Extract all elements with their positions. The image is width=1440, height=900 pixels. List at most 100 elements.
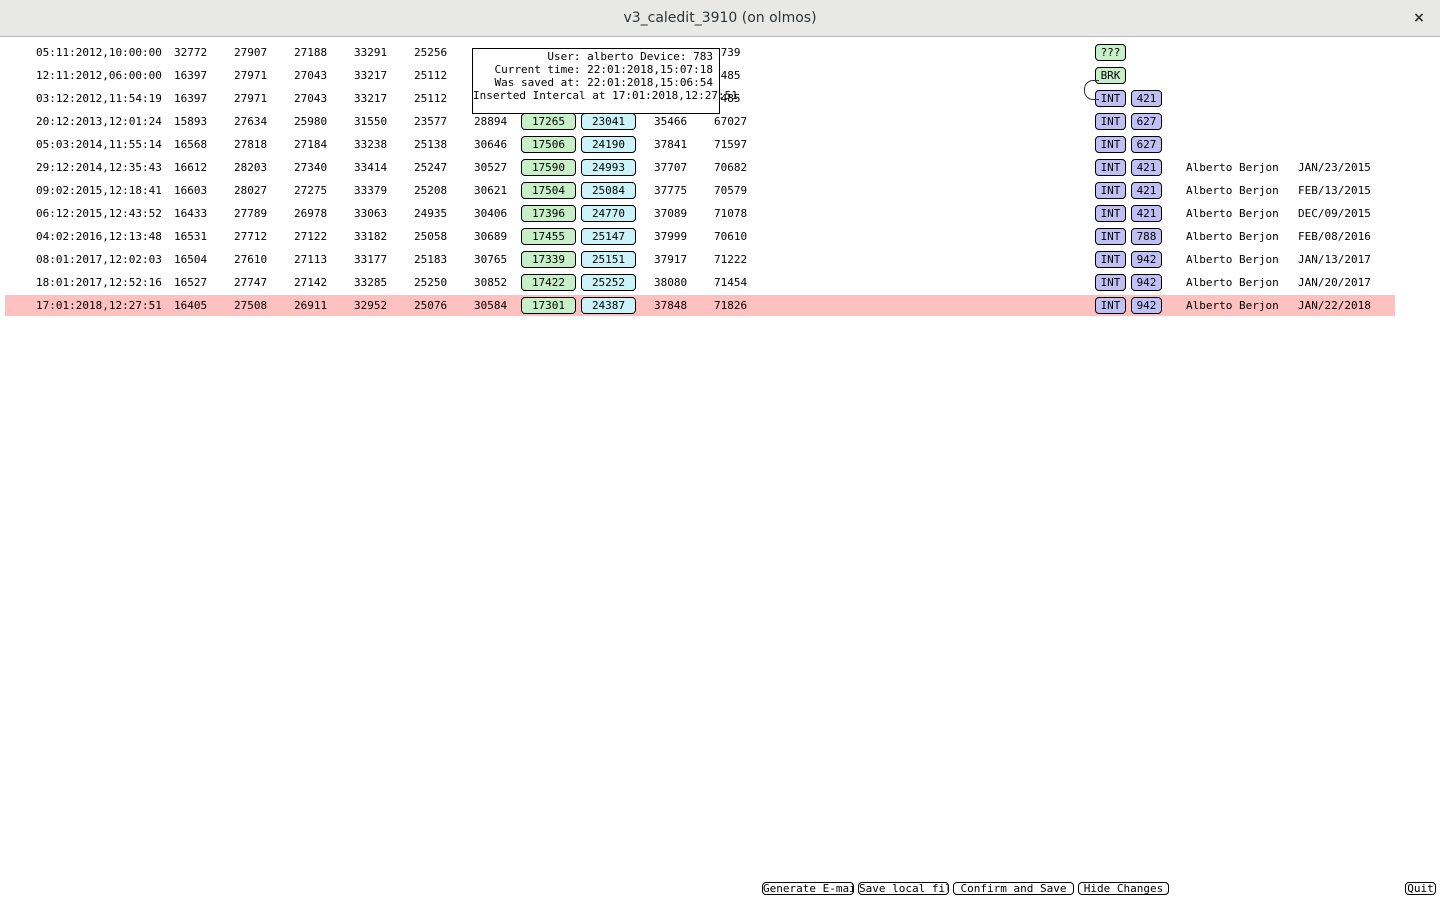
value-cell: 30852 (474, 276, 508, 289)
value-cell: 35466 (654, 115, 688, 128)
tag-badge[interactable]: INT (1095, 205, 1126, 222)
save-local-file-button[interactable]: Save local file (858, 882, 949, 895)
number-badge[interactable]: 421 (1131, 182, 1162, 199)
date-cell: DEC/09/2015 (1298, 207, 1371, 220)
number-badge[interactable]: 421 (1131, 90, 1162, 107)
green-value-box[interactable]: 17455 (521, 228, 576, 245)
value-cell: 27712 (234, 230, 268, 243)
value-cell: 26911 (294, 299, 328, 312)
value-cell: 25112 (414, 69, 448, 82)
value-cell: 33182 (354, 230, 388, 243)
tag-badge[interactable]: INT (1095, 228, 1126, 245)
timestamp-cell: 29:12:2014,12:35:43 (36, 161, 162, 174)
value-cell: 27508 (234, 299, 268, 312)
value-cell: 30527 (474, 161, 508, 174)
value-cell: 70682 (714, 161, 748, 174)
value-cell: 30646 (474, 138, 508, 151)
date-cell: FEB/13/2015 (1298, 184, 1371, 197)
hide-changes-button[interactable]: Hide Changes (1078, 882, 1169, 895)
value-cell: 67027 (714, 115, 748, 128)
cyan-value-box[interactable]: 25252 (581, 274, 636, 291)
value-cell: 28894 (474, 115, 508, 128)
green-value-box[interactable]: 17301 (521, 297, 576, 314)
cyan-value-box[interactable]: 24190 (581, 136, 636, 153)
value-cell: 71454 (714, 276, 748, 289)
window-title: v3_caledit_3910 (on olmos) (623, 10, 817, 26)
cyan-value-box[interactable]: 24387 (581, 297, 636, 314)
value-cell: 16397 (174, 69, 208, 82)
value-cell: 27747 (234, 276, 268, 289)
number-badge[interactable]: 942 (1131, 274, 1162, 291)
value-cell: 32772 (174, 46, 208, 59)
number-badge[interactable]: 421 (1131, 205, 1162, 222)
tag-badge[interactable]: INT (1095, 182, 1126, 199)
green-value-box[interactable]: 17422 (521, 274, 576, 291)
tag-badge[interactable]: INT (1095, 274, 1126, 291)
quit-button[interactable]: Quit (1405, 882, 1436, 895)
timestamp-cell: 18:01:2017,12:52:16 (36, 276, 162, 289)
value-cell: 15893 (174, 115, 208, 128)
user-name-cell: Alberto Berjon (1186, 161, 1279, 174)
tag-badge[interactable]: INT (1095, 90, 1126, 107)
value-cell: 33379 (354, 184, 388, 197)
value-cell: 26978 (294, 207, 328, 220)
table-row[interactable]: 06:12:2015,12:43:52 16433 27789 26978 33063 2… (5, 203, 1395, 224)
number-badge[interactable]: 942 (1131, 251, 1162, 268)
number-badge[interactable]: 627 (1131, 113, 1162, 130)
value-cell: 25980 (294, 115, 328, 128)
green-value-box[interactable]: 17506 (521, 136, 576, 153)
value-cell: 37917 (654, 253, 688, 266)
timestamp-cell: 12:11:2012,06:00:00 (36, 69, 162, 82)
number-badge[interactable]: 788 (1131, 228, 1162, 245)
number-badge[interactable]: 942 (1131, 297, 1162, 314)
green-value-box[interactable]: 17265 (521, 113, 576, 130)
date-cell: FEB/08/2016 (1298, 230, 1371, 243)
table-row[interactable]: 18:01:2017,12:52:16 16527 27747 27142 33285 2… (5, 272, 1395, 293)
cyan-value-box[interactable]: 25151 (581, 251, 636, 268)
table-row[interactable]: 04:02:2016,12:13:48 16531 27712 27122 33182 2… (5, 226, 1395, 247)
tag-badge[interactable]: INT (1095, 136, 1126, 153)
green-value-box[interactable]: 17396 (521, 205, 576, 222)
user-name-cell: Alberto Berjon (1186, 207, 1279, 220)
tag-badge[interactable]: INT (1095, 297, 1126, 314)
value-cell: 27971 (234, 92, 268, 105)
value-cell: 71826 (714, 299, 748, 312)
confirm-and-save-button[interactable]: Confirm and Save (953, 882, 1074, 895)
table-row-selected[interactable]: 17:01:2018,12:27:51 16405 27508 26911 32952 2… (5, 295, 1395, 316)
close-icon[interactable]: × (1410, 9, 1428, 27)
number-badge[interactable]: 421 (1131, 159, 1162, 176)
user-name-cell: Alberto Berjon (1186, 230, 1279, 243)
tag-badge[interactable]: BRK (1095, 67, 1126, 84)
cyan-value-box[interactable]: 24770 (581, 205, 636, 222)
value-cell: 16603 (174, 184, 208, 197)
table-row[interactable]: 09:02:2015,12:18:41 16603 28027 27275 33379 2… (5, 180, 1395, 201)
table-row[interactable]: 20:12:2013,12:01:24 15893 27634 25980 31550 2… (5, 111, 1395, 132)
green-value-box[interactable]: 17590 (521, 159, 576, 176)
green-value-box[interactable]: 17339 (521, 251, 576, 268)
cyan-value-box[interactable]: 24993 (581, 159, 636, 176)
value-cell: 25183 (414, 253, 448, 266)
timestamp-cell: 09:02:2015,12:18:41 (36, 184, 162, 197)
date-cell: JAN/23/2015 (1298, 161, 1371, 174)
value-cell: 30765 (474, 253, 508, 266)
tag-badge[interactable]: INT (1095, 159, 1126, 176)
generate-email-button[interactable]: Generate E-mail (762, 882, 854, 895)
cyan-value-box[interactable]: 23041 (581, 113, 636, 130)
number-badge[interactable]: 627 (1131, 136, 1162, 153)
table-row[interactable]: 05:03:2014,11:55:14 16568 27818 27184 33238 2… (5, 134, 1395, 155)
tag-badge[interactable]: ??? (1095, 44, 1126, 61)
table-row[interactable]: 29:12:2014,12:35:43 16612 28203 27340 33414 2… (5, 157, 1395, 178)
value-cell: 71597 (714, 138, 748, 151)
table-row[interactable]: 08:01:2017,12:02:03 16504 27610 27113 33177 2… (5, 249, 1395, 270)
cyan-value-box[interactable]: 25084 (581, 182, 636, 199)
cyan-value-box[interactable]: 25147 (581, 228, 636, 245)
timestamp-cell: 05:03:2014,11:55:14 (36, 138, 162, 151)
tag-badge[interactable]: INT (1095, 113, 1126, 130)
timestamp-cell: 17:01:2018,12:27:51 (36, 299, 162, 312)
tag-badge[interactable]: INT (1095, 251, 1126, 268)
value-cell: 16531 (174, 230, 208, 243)
value-cell: 38080 (654, 276, 688, 289)
green-value-box[interactable]: 17504 (521, 182, 576, 199)
value-cell: 27340 (294, 161, 328, 174)
value-cell: 28027 (234, 184, 268, 197)
